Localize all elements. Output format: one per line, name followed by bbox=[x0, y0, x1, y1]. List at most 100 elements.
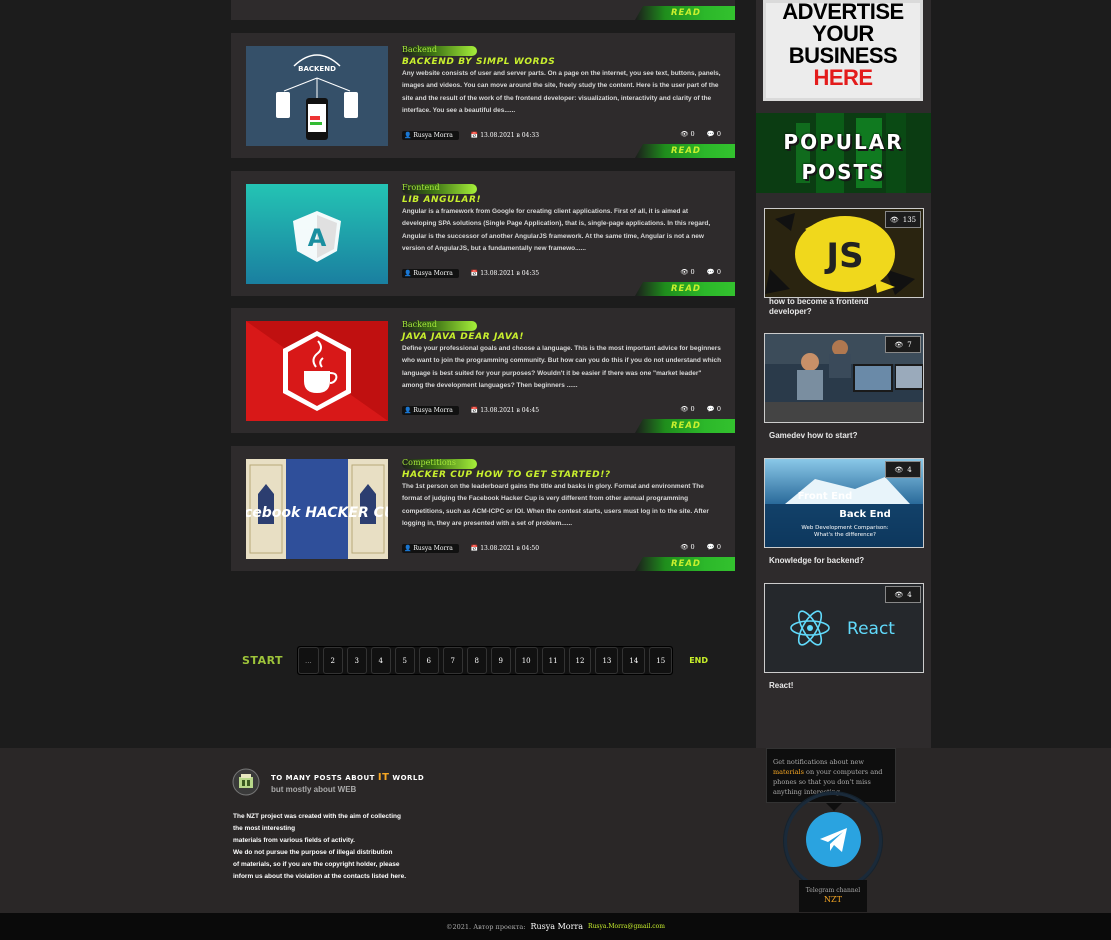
pagination-page[interactable]: 6 bbox=[418, 647, 439, 674]
telegram-icon bbox=[819, 827, 847, 852]
advertise-banner[interactable]: ADVERTISE YOUR BUSINESS HERE bbox=[763, 0, 923, 101]
pagination-end[interactable]: END bbox=[689, 656, 708, 665]
popular-post[interactable]: JS 👁 135 how to become a frontend develop… bbox=[764, 208, 924, 317]
pagination-page[interactable]: 11 bbox=[541, 647, 565, 674]
post-date-text: 13.08.2021 в 04:35 bbox=[480, 269, 540, 277]
thumb-front-end: Front End bbox=[798, 491, 852, 502]
hackercup-thumb-label: facebook HACKER CUP bbox=[246, 505, 388, 521]
post-card-partial: READ bbox=[231, 0, 735, 20]
post-thumbnail[interactable]: A bbox=[246, 184, 388, 284]
comment-icon: 💬 bbox=[706, 268, 715, 276]
views-count: 👁 0 bbox=[680, 268, 694, 276]
popular-post-thumbnail[interactable]: React 👁 4 bbox=[764, 583, 924, 673]
pagination-page[interactable]: 7 bbox=[442, 647, 463, 674]
read-button[interactable]: READ bbox=[635, 6, 735, 20]
popular-views-count: 4 bbox=[907, 590, 912, 599]
author-name: Rusya Morra bbox=[413, 406, 453, 414]
author-name: Rusya Morra bbox=[413, 131, 453, 139]
popular-post[interactable]: React 👁 4 React! bbox=[764, 583, 924, 691]
author-badge[interactable]: 👤 Rusya Morra bbox=[402, 405, 459, 415]
eye-icon: 👁 bbox=[894, 590, 904, 599]
pagination-page[interactable]: 10 bbox=[514, 647, 538, 674]
post-meta: 👤 Rusya Morra 📅 13.08.2021 в 04:35 bbox=[402, 268, 539, 278]
popular-post-thumbnail[interactable]: 👁 7 bbox=[764, 333, 924, 423]
popular-post-title[interactable]: how to become a frontend developer? bbox=[769, 297, 909, 317]
post-title[interactable]: BACKEND BY SIMPL WORDS bbox=[402, 57, 555, 67]
nzt-logo-icon[interactable] bbox=[232, 768, 260, 796]
category-label[interactable]: Frontend bbox=[402, 183, 440, 192]
popular-post[interactable]: 👁 7 Gamedev how to start? bbox=[764, 333, 924, 441]
views-count-text: 0 bbox=[690, 543, 695, 551]
footer-line: We do not pursue the purpose of illegal … bbox=[233, 849, 393, 856]
views-count-text: 0 bbox=[690, 405, 695, 413]
post-title[interactable]: HACKER CUP HOW TO GET STARTED!? bbox=[402, 470, 611, 480]
popular-post-thumbnail[interactable]: Front End Back End Web Development Compa… bbox=[764, 458, 924, 548]
ad-line-3: BUSINESS bbox=[788, 43, 898, 68]
pagination-page[interactable]: 14 bbox=[622, 647, 646, 674]
post-stats: 👁 0 💬 0 bbox=[680, 405, 721, 413]
telegram-label[interactable]: Telegram channel NZT bbox=[799, 880, 867, 912]
comments-count: 💬 0 bbox=[707, 130, 721, 138]
author-badge[interactable]: 👤 Rusya Morra bbox=[402, 543, 459, 553]
popular-views-count: 4 bbox=[907, 465, 912, 474]
pagination-page[interactable]: 12 bbox=[568, 647, 592, 674]
popular-post-title[interactable]: Knowledge for backend? bbox=[769, 556, 909, 566]
category-label[interactable]: Backend bbox=[402, 45, 437, 54]
comments-count: 💬 0 bbox=[707, 405, 721, 413]
pagination-page[interactable]: 5 bbox=[394, 647, 415, 674]
pagination-page[interactable]: 15 bbox=[649, 647, 673, 674]
post-thumbnail[interactable]: facebook HACKER CUP bbox=[246, 459, 388, 559]
pagination-page[interactable]: 3 bbox=[346, 647, 367, 674]
pagination-page[interactable]: 2 bbox=[322, 647, 343, 674]
category-label[interactable]: Backend bbox=[402, 320, 437, 329]
comments-count: 💬 0 bbox=[707, 543, 721, 551]
thumb-comparison: Web Development Comparison: bbox=[801, 525, 888, 531]
popular-post-title[interactable]: Gamedev how to start? bbox=[769, 431, 909, 441]
post-thumbnail[interactable]: BACKEND bbox=[246, 46, 388, 146]
telegram-button[interactable] bbox=[806, 812, 861, 867]
footer-line: The NZT project was created with the aim… bbox=[233, 813, 401, 820]
svg-text:A: A bbox=[308, 224, 327, 252]
popular-post-thumbnail[interactable]: JS 👁 135 bbox=[764, 208, 924, 298]
post-card: BACKEND Backend BACKEND BY SIMPL WORDS A… bbox=[231, 33, 735, 158]
advertise-text: ADVERTISE YOUR BUSINESS HERE bbox=[766, 1, 920, 89]
eye-icon: 👁 bbox=[680, 268, 689, 276]
pagination-page[interactable]: 8 bbox=[466, 647, 487, 674]
read-button[interactable]: READ bbox=[635, 557, 735, 571]
pagination-pages: ... 2 3 4 5 6 7 8 9 10 11 12 13 14 15 bbox=[297, 646, 674, 675]
post-title[interactable]: JAVA JAVA DEAR JAVA! bbox=[402, 332, 524, 342]
post-excerpt: Define your professional goals and choos… bbox=[402, 345, 722, 389]
contact-email[interactable]: Rusya.Morra@gmail.com bbox=[588, 923, 665, 930]
pagination-start[interactable]: START bbox=[242, 654, 297, 667]
pagination-page[interactable]: ... bbox=[298, 647, 319, 674]
comment-icon: 💬 bbox=[706, 130, 715, 138]
footer-line: the most interesting bbox=[233, 825, 296, 832]
popular-post[interactable]: Front End Back End Web Development Compa… bbox=[764, 458, 924, 566]
pagination-page[interactable]: 9 bbox=[490, 647, 511, 674]
pagination-page[interactable]: 13 bbox=[595, 647, 619, 674]
popular-views-count: 135 bbox=[902, 215, 917, 224]
thumb-back-end: Back End bbox=[839, 509, 891, 520]
category-label[interactable]: Competitions bbox=[402, 458, 456, 467]
read-button[interactable]: READ bbox=[635, 282, 735, 296]
copyright-author: Rusya Morra bbox=[530, 922, 584, 931]
read-button[interactable]: READ bbox=[635, 144, 735, 158]
eye-icon: 👁 bbox=[894, 465, 904, 474]
post-date-text: 13.08.2021 в 04:45 bbox=[480, 406, 540, 414]
pagination-page[interactable]: 4 bbox=[370, 647, 391, 674]
read-button[interactable]: READ bbox=[635, 419, 735, 433]
views-count: 👁 0 bbox=[680, 405, 694, 413]
views-count-text: 0 bbox=[690, 268, 695, 276]
popular-views: 👁 4 bbox=[885, 586, 921, 603]
post-title[interactable]: LIB ANGULAR! bbox=[402, 195, 481, 205]
post-date: 📅 13.08.2021 в 04:50 bbox=[470, 544, 540, 552]
comments-count: 💬 0 bbox=[707, 268, 721, 276]
popular-views-count: 7 bbox=[907, 340, 912, 349]
author-badge[interactable]: 👤 Rusya Morra bbox=[402, 130, 459, 140]
post-thumbnail[interactable] bbox=[246, 321, 388, 421]
thumb-difference: What's the difference? bbox=[814, 532, 876, 538]
popular-post-title[interactable]: React! bbox=[769, 681, 909, 691]
author-badge[interactable]: 👤 Rusya Morra bbox=[402, 268, 459, 278]
popular-views: 👁 135 bbox=[885, 211, 921, 228]
views-count: 👁 0 bbox=[680, 130, 694, 138]
